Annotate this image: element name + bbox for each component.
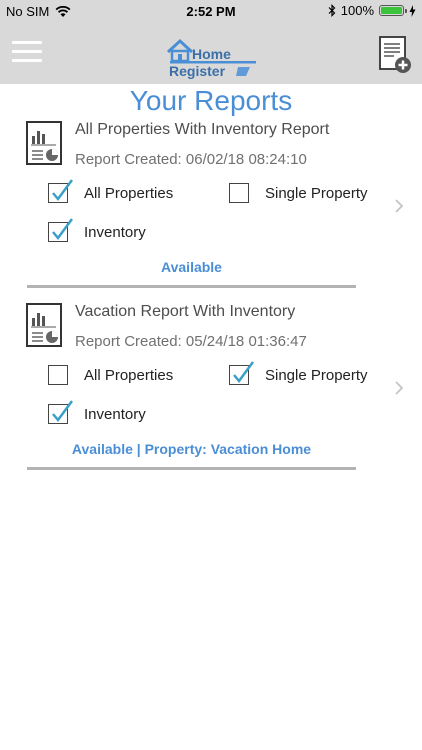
option-all-properties[interactable]: All Properties (48, 363, 173, 387)
add-report-button[interactable] (378, 36, 412, 74)
checkbox-unchecked[interactable] (48, 365, 68, 385)
battery-percent: 100% (340, 3, 374, 18)
divider (27, 467, 356, 470)
logo-text-bottom: Register (169, 63, 226, 79)
report-document-icon (26, 303, 62, 347)
report-created-date: Report Created: 06/02/18 08:24:10 (75, 151, 307, 168)
checkmark-icon (52, 218, 74, 241)
status-right: 100% (328, 3, 416, 18)
checkmark-icon (52, 179, 74, 202)
report-title: All Properties With Inventory Report (75, 121, 330, 138)
bluetooth-icon (328, 4, 336, 17)
chevron-right-icon[interactable] (392, 378, 406, 398)
option-label: Inventory (84, 405, 146, 423)
report-title: Vacation Report With Inventory (75, 303, 296, 320)
option-single-property[interactable]: Single Property (229, 181, 368, 205)
option-label: Inventory (84, 223, 146, 241)
option-inventory[interactable]: Inventory (48, 218, 146, 244)
battery-icon (379, 5, 407, 16)
option-label: All Properties (84, 366, 174, 384)
home-register-logo: Home Register (166, 34, 260, 80)
option-all-properties[interactable]: All Properties (48, 179, 174, 205)
checkbox-checked[interactable] (229, 361, 255, 385)
report-created-date: Report Created: 05/24/18 01:36:47 (75, 333, 307, 350)
report-status[interactable]: Available | Property: Vacation Home (28, 440, 355, 458)
menu-button[interactable] (12, 41, 42, 65)
option-label: Single Property (265, 184, 368, 202)
nav-bar: Home Register (0, 22, 422, 84)
divider (27, 285, 356, 288)
report-document-icon (26, 121, 62, 165)
status-bar: No SIM 2:52 PM 100% (0, 0, 422, 22)
page-title: Your Reports (129, 85, 293, 116)
report-status[interactable]: Available (28, 258, 355, 276)
option-label: Single Property (265, 366, 368, 384)
add-report-icon (379, 36, 411, 73)
logo-text-top: Home (192, 46, 231, 62)
option-single-property[interactable]: Single Property (229, 361, 368, 387)
checkbox-checked[interactable] (48, 400, 74, 424)
checkbox-checked[interactable] (48, 218, 74, 242)
option-inventory[interactable]: Inventory (48, 400, 146, 426)
checkmark-icon (233, 361, 255, 384)
charging-icon (409, 4, 416, 17)
checkbox-unchecked[interactable] (229, 183, 249, 203)
report-card[interactable]: Vacation Report With Inventory Report Cr… (0, 302, 422, 484)
checkmark-icon (52, 400, 74, 423)
checkbox-checked[interactable] (48, 179, 74, 203)
report-card[interactable]: All Properties With Inventory Report Rep… (0, 120, 422, 302)
chevron-right-icon[interactable] (392, 196, 406, 216)
option-label: All Properties (84, 184, 174, 202)
